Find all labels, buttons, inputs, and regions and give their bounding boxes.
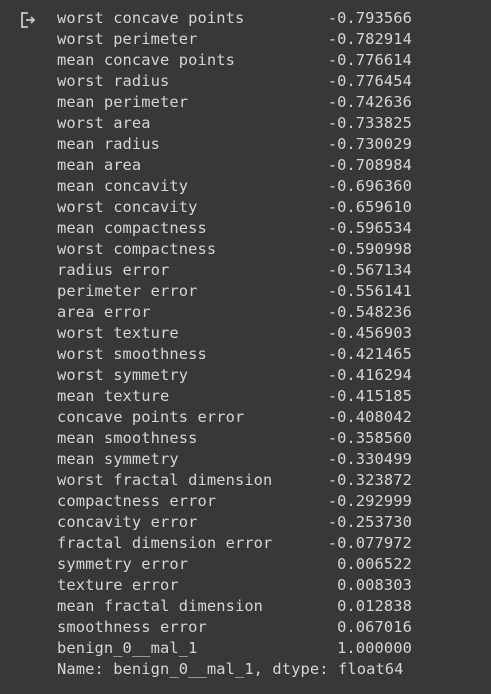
- feature-name: worst perimeter: [57, 30, 198, 48]
- series-row: worst texture -0.456903: [57, 323, 412, 344]
- feature-name: worst fractal dimension: [57, 471, 273, 489]
- feature-name: mean smoothness: [57, 429, 198, 447]
- series-row: perimeter error -0.556141: [57, 281, 412, 302]
- output-redirect-icon[interactable]: [16, 10, 38, 32]
- correlation-value: 0.008303: [337, 576, 412, 594]
- correlation-value: 0.006522: [337, 555, 412, 573]
- series-row: benign_0__mal_1 1.000000: [57, 638, 412, 659]
- series-row: mean area -0.708984: [57, 155, 412, 176]
- notebook-output-cell: worst concave points -0.793566 worst perim…: [0, 0, 491, 694]
- correlation-value: -0.292999: [327, 492, 412, 510]
- correlation-value: -0.548236: [327, 303, 412, 321]
- feature-name: area error: [57, 303, 151, 321]
- correlation-value: -0.253730: [327, 513, 412, 531]
- feature-name: worst texture: [57, 324, 179, 342]
- series-row: worst area -0.733825: [57, 113, 412, 134]
- series-row: fractal dimension error -0.077972: [57, 533, 412, 554]
- correlation-value: 0.067016: [337, 618, 412, 636]
- correlation-value: -0.708984: [327, 156, 412, 174]
- series-row: mean texture -0.415185: [57, 386, 412, 407]
- series-row: concave points error -0.408042: [57, 407, 412, 428]
- series-footer: Name: benign_0__mal_1, dtype: float64: [57, 660, 404, 678]
- feature-name: worst concave points: [57, 9, 245, 27]
- feature-name: benign_0__mal_1: [57, 639, 198, 657]
- feature-name: mean area: [57, 156, 142, 174]
- feature-name: worst smoothness: [57, 345, 207, 363]
- feature-name: worst radius: [57, 72, 170, 90]
- correlation-value: -0.793566: [327, 9, 412, 27]
- feature-name: mean texture: [57, 387, 170, 405]
- correlation-value: -0.733825: [327, 114, 412, 132]
- feature-name: radius error: [57, 261, 170, 279]
- series-row: mean concave points -0.776614: [57, 50, 412, 71]
- feature-name: mean perimeter: [57, 93, 189, 111]
- feature-name: perimeter error: [57, 282, 198, 300]
- correlation-value: -0.330499: [327, 450, 412, 468]
- series-row: worst concavity -0.659610: [57, 197, 412, 218]
- series-row: worst smoothness -0.421465: [57, 344, 412, 365]
- feature-name: mean fractal dimension: [57, 597, 264, 615]
- series-row: worst fractal dimension -0.323872: [57, 470, 412, 491]
- series-row: mean smoothness -0.358560: [57, 428, 412, 449]
- series-row: mean radius -0.730029: [57, 134, 412, 155]
- feature-name: concavity error: [57, 513, 198, 531]
- correlation-value: -0.590998: [327, 240, 412, 258]
- series-row: smoothness error 0.067016: [57, 617, 412, 638]
- feature-name: mean radius: [57, 135, 161, 153]
- correlation-value: -0.742636: [327, 93, 412, 111]
- series-row: area error -0.548236: [57, 302, 412, 323]
- series-row: mean fractal dimension 0.012838: [57, 596, 412, 617]
- feature-name: mean symmetry: [57, 450, 179, 468]
- correlation-value: -0.077972: [327, 534, 412, 552]
- correlation-value: -0.408042: [327, 408, 412, 426]
- series-row: worst symmetry -0.416294: [57, 365, 412, 386]
- correlation-value: -0.421465: [327, 345, 412, 363]
- series-row: mean concavity -0.696360: [57, 176, 412, 197]
- correlation-value: -0.358560: [327, 429, 412, 447]
- feature-name: worst compactness: [57, 240, 217, 258]
- correlation-value: -0.659610: [327, 198, 412, 216]
- series-row: radius error -0.567134: [57, 260, 412, 281]
- correlation-value: -0.696360: [327, 177, 412, 195]
- series-output: worst concave points -0.793566 worst perim…: [57, 8, 412, 680]
- correlation-value: -0.567134: [327, 261, 412, 279]
- series-row: concavity error -0.253730: [57, 512, 412, 533]
- correlation-value: -0.556141: [327, 282, 412, 300]
- series-row: mean perimeter -0.742636: [57, 92, 412, 113]
- correlation-value: 1.000000: [337, 639, 412, 657]
- correlation-value: -0.416294: [327, 366, 412, 384]
- series-row: mean compactness -0.596534: [57, 218, 412, 239]
- series-row: worst perimeter -0.782914: [57, 29, 412, 50]
- correlation-value: 0.012838: [337, 597, 412, 615]
- series-row: symmetry error 0.006522: [57, 554, 412, 575]
- series-row: mean symmetry -0.330499: [57, 449, 412, 470]
- feature-name: compactness error: [57, 492, 217, 510]
- series-row: worst radius -0.776454: [57, 71, 412, 92]
- feature-name: fractal dimension error: [57, 534, 273, 552]
- series-row: texture error 0.008303: [57, 575, 412, 596]
- series-row: worst compactness -0.590998: [57, 239, 412, 260]
- feature-name: smoothness error: [57, 618, 207, 636]
- feature-name: mean compactness: [57, 219, 207, 237]
- series-row: worst concave points -0.793566: [57, 8, 412, 29]
- feature-name: worst symmetry: [57, 366, 189, 384]
- correlation-value: -0.456903: [327, 324, 412, 342]
- feature-name: worst concavity: [57, 198, 198, 216]
- series-row: compactness error -0.292999: [57, 491, 412, 512]
- feature-name: worst area: [57, 114, 151, 132]
- correlation-value: -0.730029: [327, 135, 412, 153]
- correlation-value: -0.596534: [327, 219, 412, 237]
- correlation-value: -0.415185: [327, 387, 412, 405]
- feature-name: mean concave points: [57, 51, 235, 69]
- correlation-value: -0.323872: [327, 471, 412, 489]
- feature-name: texture error: [57, 576, 179, 594]
- feature-name: mean concavity: [57, 177, 189, 195]
- correlation-value: -0.782914: [327, 30, 412, 48]
- correlation-value: -0.776614: [327, 51, 412, 69]
- feature-name: symmetry error: [57, 555, 189, 573]
- correlation-value: -0.776454: [327, 72, 412, 90]
- feature-name: concave points error: [57, 408, 245, 426]
